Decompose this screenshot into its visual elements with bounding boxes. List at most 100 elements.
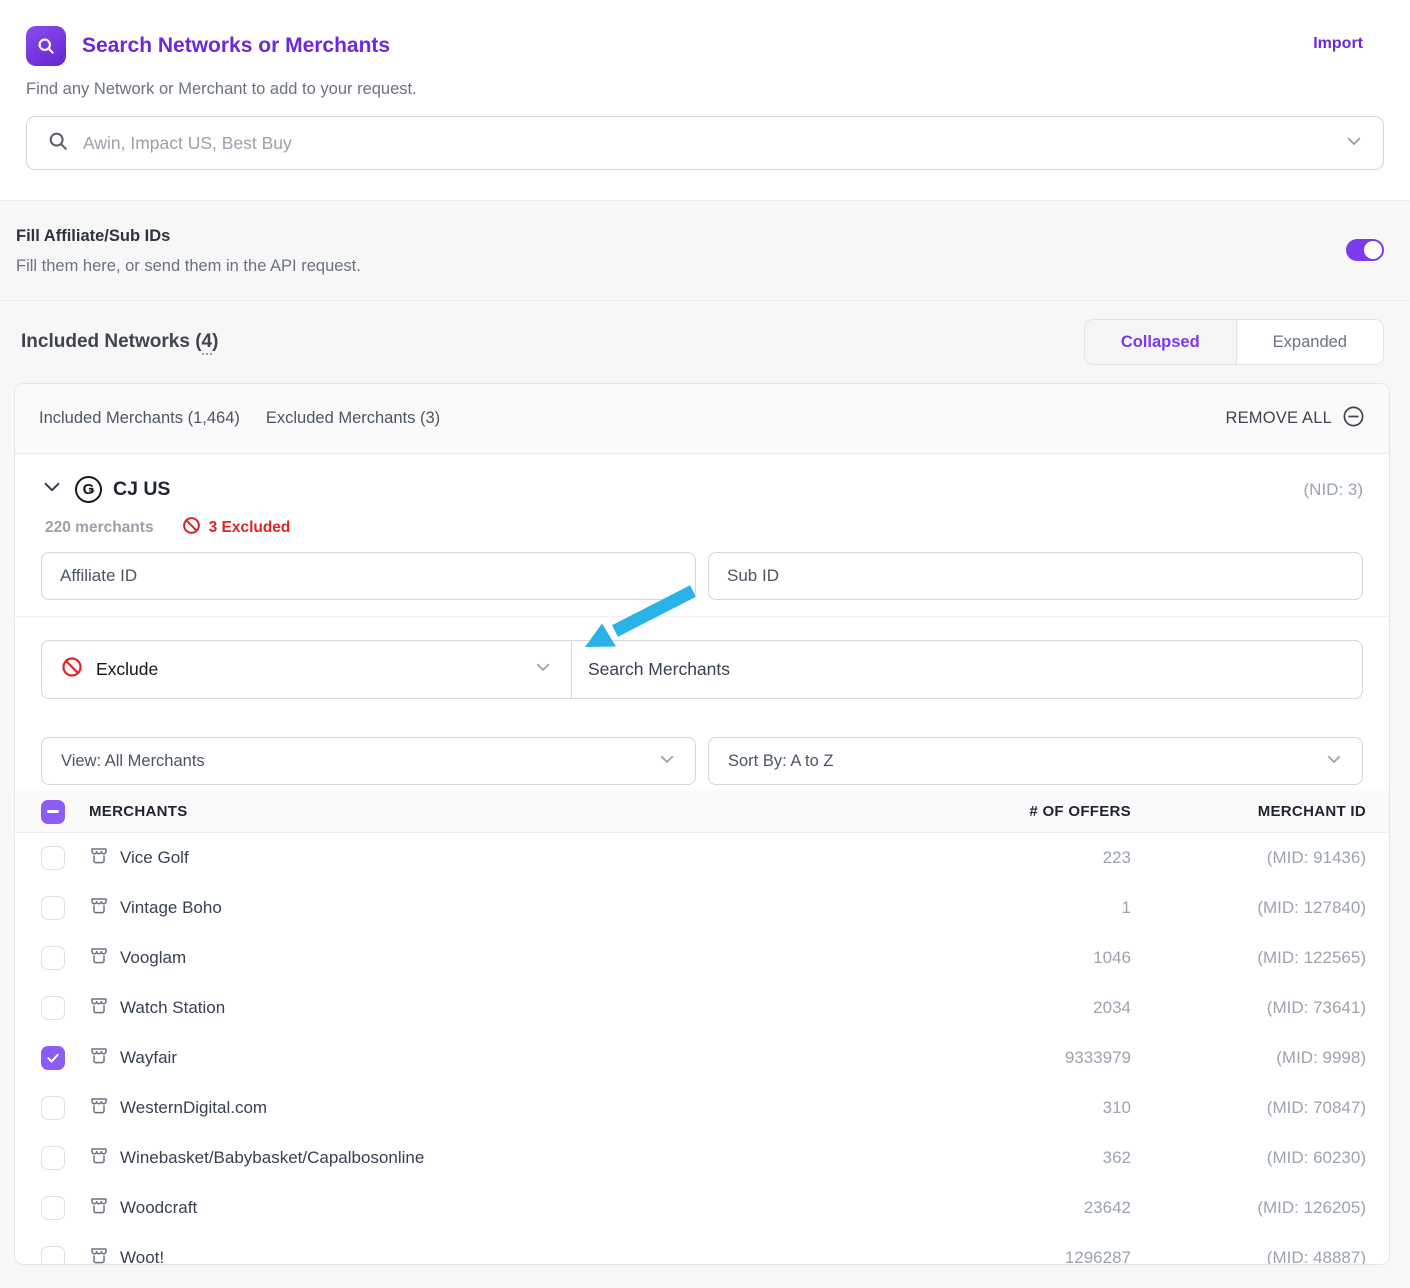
fill-ids-toggle[interactable]	[1346, 239, 1384, 261]
chevron-down-icon	[1345, 132, 1363, 155]
merchant-name-cell: Winebasket/Babybasket/Capalbosonline	[89, 1146, 831, 1171]
network-meta-row: 220 merchants 3 Excluded	[41, 516, 1363, 540]
exclude-search-row: Exclude	[41, 640, 1363, 699]
no-entry-icon	[61, 656, 83, 683]
storefront-icon	[89, 1046, 109, 1071]
view-filter-dropdown[interactable]: View: All Merchants	[41, 737, 696, 785]
included-networks-title: Included Networks (4)	[21, 331, 218, 355]
offers-value: 9333979	[1064, 1048, 1131, 1067]
search-input[interactable]	[83, 132, 1331, 154]
tab-excluded-merchants[interactable]: Excluded Merchants (3)	[266, 409, 440, 428]
exclude-mode-select[interactable]: Exclude	[42, 641, 572, 698]
merchant-id-value: (MID: 127840)	[1257, 898, 1366, 917]
toggle-knob	[1364, 241, 1382, 259]
merchant-id-value: (MID: 91436)	[1266, 848, 1366, 867]
table-row[interactable]: Vooglam 1046 (MID: 122565)	[15, 933, 1389, 983]
network-block: Ǥ CJ US (NID: 3) 220 merchants 3 Exclude…	[15, 454, 1389, 600]
view-mode-segmented-control: Collapsed Expanded	[1083, 319, 1384, 365]
merchant-id-value: (MID: 9998)	[1276, 1048, 1366, 1067]
excluded-count-label: 3 Excluded	[208, 519, 291, 536]
merchant-name: Vintage Boho	[120, 898, 222, 917]
fill-ids-title: Fill Affiliate/Sub IDs	[16, 227, 171, 245]
storefront-icon	[89, 1246, 109, 1265]
merchant-name-cell: Woot!	[89, 1246, 831, 1265]
network-id: (NID: 3)	[1303, 479, 1364, 499]
import-button[interactable]: Import	[1313, 35, 1363, 53]
row-checkbox[interactable]	[41, 1146, 65, 1170]
offers-value: 1046	[1093, 948, 1131, 967]
table-row[interactable]: Woot! 1296287 (MID: 48887)	[15, 1233, 1389, 1265]
network-name: CJ US	[113, 478, 171, 500]
table-row[interactable]: Woodcraft 23642 (MID: 126205)	[15, 1183, 1389, 1233]
row-checkbox[interactable]	[41, 946, 65, 970]
merchant-id-value: (MID: 60230)	[1266, 1148, 1366, 1167]
table-row[interactable]: Vintage Boho 1 (MID: 127840)	[15, 883, 1389, 933]
divider	[15, 616, 1389, 617]
merchants-card: Included Merchants (1,464) Excluded Merc…	[14, 383, 1390, 1265]
merchant-name: Winebasket/Babybasket/Capalbosonline	[120, 1148, 425, 1167]
remove-all-button[interactable]: REMOVE ALL	[1225, 405, 1365, 433]
storefront-icon	[89, 896, 109, 921]
header-subtitle: Find any Network or Merchant to add to y…	[26, 80, 417, 98]
merchant-name-cell: Watch Station	[89, 996, 831, 1021]
exclude-mode-label: Exclude	[96, 659, 159, 679]
network-search-combobox[interactable]	[26, 116, 1384, 170]
included-networks-row: Included Networks (4) Collapsed Expanded	[0, 301, 1410, 383]
id-inputs-row	[41, 552, 1363, 600]
expanded-view-button[interactable]: Expanded	[1236, 320, 1383, 364]
row-checkbox[interactable]	[41, 1096, 65, 1120]
sort-filter-value: Sort By: A to Z	[728, 751, 834, 770]
minus-circle-icon	[1342, 405, 1365, 433]
merchant-name: Watch Station	[120, 998, 226, 1017]
page-title: Search Networks or Merchants	[82, 34, 391, 57]
merchant-id-value: (MID: 73641)	[1266, 998, 1366, 1017]
fill-ids-subtitle: Fill them here, or send them in the API …	[16, 257, 361, 275]
table-row[interactable]: Wayfair 9333979 (MID: 9998)	[15, 1033, 1389, 1083]
merchant-search-input[interactable]	[588, 659, 1346, 680]
merchant-search-box	[572, 641, 1362, 698]
offers-value: 2034	[1093, 998, 1131, 1017]
offers-value: 362	[1102, 1148, 1131, 1167]
merchant-name-cell: Vintage Boho	[89, 896, 831, 921]
storefront-icon	[89, 1196, 109, 1221]
merchant-name-cell: Vice Golf	[89, 846, 831, 871]
storefront-icon	[89, 846, 109, 871]
affiliate-id-field[interactable]	[41, 552, 696, 600]
row-checkbox[interactable]	[41, 996, 65, 1020]
table-row[interactable]: Winebasket/Babybasket/Capalbosonline 362…	[15, 1133, 1389, 1183]
merchant-tabs: Included Merchants (1,464) Excluded Merc…	[15, 384, 1389, 454]
merchant-name: Wayfair	[120, 1048, 177, 1067]
page: Search Networks or Merchants Import Find…	[0, 0, 1410, 1288]
search-header: Search Networks or Merchants Import Find…	[0, 0, 1410, 201]
offers-value: 1296287	[1064, 1248, 1131, 1265]
sort-filter-dropdown[interactable]: Sort By: A to Z	[708, 737, 1363, 785]
merchant-id-value: (MID: 70847)	[1266, 1098, 1366, 1117]
offers-value: 23642	[1083, 1198, 1131, 1217]
row-checkbox[interactable]	[41, 1046, 65, 1070]
tab-included-merchants[interactable]: Included Merchants (1,464)	[39, 409, 240, 428]
column-header-merchants: MERCHANTS	[89, 803, 188, 820]
merchant-list: Vice Golf 223 (MID: 91436) Vintage Boho …	[15, 833, 1389, 1265]
row-checkbox[interactable]	[41, 1246, 65, 1264]
network-header-row: Ǥ CJ US (NID: 3)	[41, 476, 1363, 503]
merchant-id-value: (MID: 122565)	[1257, 948, 1366, 967]
fill-ids-section: Fill Affiliate/Sub IDs Fill them here, o…	[0, 201, 1410, 301]
chevron-down-icon	[658, 750, 676, 773]
networks-count: 4	[201, 331, 213, 355]
chevron-down-icon[interactable]	[41, 476, 63, 503]
indeterminate-minus-icon	[47, 810, 59, 813]
offers-value: 310	[1102, 1098, 1131, 1117]
merchant-name-cell: Woodcraft	[89, 1196, 831, 1221]
row-checkbox[interactable]	[41, 896, 65, 920]
row-checkbox[interactable]	[41, 846, 65, 870]
row-checkbox[interactable]	[41, 1196, 65, 1220]
storefront-icon	[89, 946, 109, 971]
select-all-checkbox[interactable]	[41, 799, 65, 824]
table-row[interactable]: WesternDigital.com 310 (MID: 70847)	[15, 1083, 1389, 1133]
table-row[interactable]: Vice Golf 223 (MID: 91436)	[15, 833, 1389, 883]
collapsed-view-button[interactable]: Collapsed	[1084, 320, 1237, 364]
sub-id-field[interactable]	[708, 552, 1363, 600]
storefront-icon	[89, 1096, 109, 1121]
table-row[interactable]: Watch Station 2034 (MID: 73641)	[15, 983, 1389, 1033]
cj-network-logo-icon: Ǥ	[75, 476, 102, 503]
